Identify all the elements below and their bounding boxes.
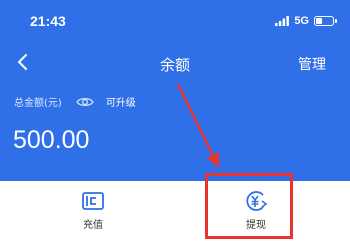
total-amount-row: 总金额(元) 可升级	[14, 94, 136, 109]
total-amount-label: 总金额(元)	[14, 98, 62, 109]
wallet-icon	[82, 192, 104, 210]
action-bar: 充值 提现	[0, 181, 350, 245]
eye-icon[interactable]	[76, 95, 94, 109]
manage-button[interactable]: 管理	[298, 54, 326, 74]
upgrade-link[interactable]: 可升级	[106, 94, 136, 109]
balance-header: 21:43 5G 余额 管理 总金额(元) 可升级 500.00	[0, 0, 350, 181]
recharge-button[interactable]: 充值	[33, 181, 153, 245]
network-label: 5G	[294, 15, 309, 27]
signal-icon	[275, 16, 290, 26]
battery-icon	[314, 16, 337, 26]
withdraw-highlight-box	[205, 173, 293, 239]
status-indicators: 5G	[275, 12, 337, 30]
nav-bar: 余额 管理	[0, 46, 350, 78]
status-time: 21:43	[30, 13, 66, 29]
recharge-label: 充值	[83, 220, 103, 231]
balance-amount: 500.00	[13, 126, 90, 154]
